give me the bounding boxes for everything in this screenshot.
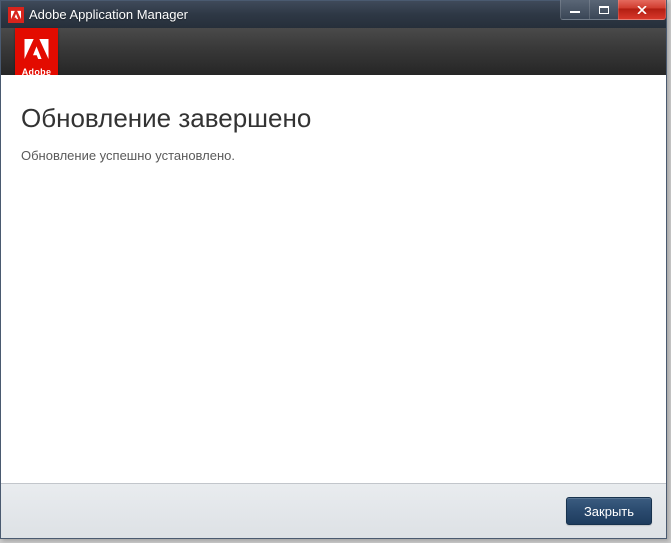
header-bar: Adobe (1, 28, 666, 75)
close-window-button[interactable] (618, 0, 666, 20)
adobe-app-icon (8, 7, 24, 23)
window-title: Adobe Application Manager (29, 7, 188, 22)
adobe-logo: Adobe (15, 28, 58, 81)
maximize-button[interactable] (589, 0, 619, 20)
maximize-icon (599, 6, 609, 14)
content-area: Обновление завершено Обновление успешно … (1, 75, 666, 483)
status-message: Обновление успешно установлено. (21, 148, 646, 163)
app-window: Adobe Application Manager Adobe Обновлен… (0, 0, 667, 539)
minimize-button[interactable] (560, 0, 590, 20)
page-heading: Обновление завершено (21, 103, 646, 134)
window-controls (561, 0, 666, 20)
minimize-icon (570, 6, 580, 14)
close-button[interactable]: Закрыть (566, 497, 652, 525)
adobe-a-icon (23, 37, 50, 61)
close-icon (637, 6, 647, 14)
titlebar: Adobe Application Manager (1, 1, 666, 28)
footer-bar: Закрыть (1, 483, 666, 538)
